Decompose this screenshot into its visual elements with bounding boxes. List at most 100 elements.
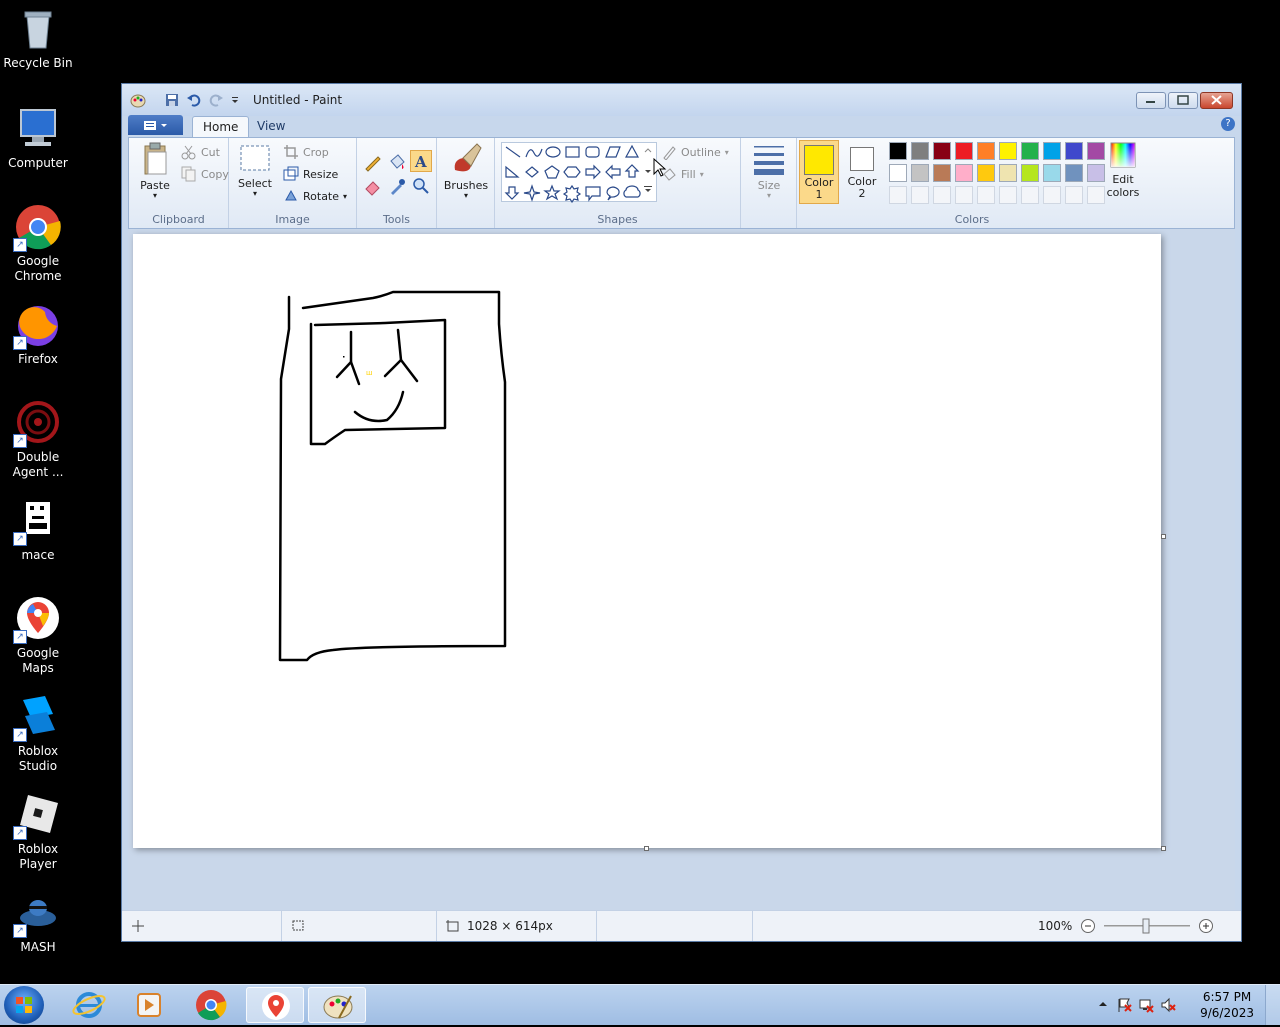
palette-color-swatch[interactable] [999, 164, 1017, 182]
action-center-flag-icon[interactable] [1116, 997, 1132, 1013]
fill-button[interactable]: Fill ▾ [661, 166, 704, 182]
color2-button[interactable]: Color 2 [843, 140, 881, 204]
computer-icon [15, 106, 61, 152]
resize-button[interactable]: Resize [283, 166, 338, 182]
custom-color-slot[interactable] [977, 186, 995, 204]
custom-color-slot[interactable] [889, 186, 907, 204]
minimize-button[interactable] [1136, 92, 1166, 109]
palette-color-swatch[interactable] [933, 164, 951, 182]
brushes-button[interactable]: Brushes ▾ [443, 142, 489, 200]
start-button[interactable] [4, 986, 44, 1024]
resize-handle-corner[interactable] [1161, 846, 1166, 851]
palette-color-swatch[interactable] [911, 142, 929, 160]
show-hidden-icons[interactable] [1098, 999, 1108, 1009]
copy-button[interactable]: Copy [181, 166, 229, 182]
volume-icon[interactable] [1160, 997, 1176, 1013]
taskbar-internet-explorer[interactable] [60, 987, 118, 1023]
resize-handle-bottom[interactable] [644, 846, 649, 851]
show-desktop-button[interactable] [1265, 985, 1280, 1025]
tab-home[interactable]: Home [192, 116, 250, 138]
colors-group: Color 1 Color 2 Edit colors Colors [797, 138, 1147, 228]
custom-color-slot[interactable] [933, 186, 951, 204]
rotate-button[interactable]: Rotate ▾ [283, 188, 347, 204]
palette-color-swatch[interactable] [1065, 164, 1083, 182]
desktop-icon-mash[interactable]: ↗ MASH [0, 890, 76, 955]
color1-button[interactable]: Color 1 [799, 140, 839, 204]
palette-color-swatch[interactable] [1065, 142, 1083, 160]
tab-view[interactable]: View [247, 116, 295, 137]
custom-color-slot[interactable] [1021, 186, 1039, 204]
redo-icon[interactable] [208, 92, 224, 108]
customize-qat-icon[interactable] [230, 92, 240, 108]
desktop-icon-roblox-player[interactable]: ↗ Roblox Player [0, 792, 76, 872]
paste-icon [144, 142, 167, 175]
crop-icon [284, 145, 298, 159]
paste-button[interactable]: Paste ▾ [135, 142, 175, 200]
group-title: Tools [382, 213, 411, 226]
edit-colors-button[interactable]: Edit colors [1103, 140, 1143, 199]
palette-color-swatch[interactable] [889, 142, 907, 160]
crop-button[interactable]: Crop [283, 144, 329, 160]
close-button[interactable] [1200, 92, 1233, 109]
eraser-icon[interactable] [363, 176, 383, 196]
desktop-icon-roblox-studio[interactable]: ↗ Roblox Studio [0, 694, 76, 774]
paint-app-icon[interactable] [130, 92, 146, 108]
image-size-cell: 1028 × 614px [437, 911, 597, 941]
custom-color-slot[interactable] [999, 186, 1017, 204]
custom-color-slot[interactable] [1065, 186, 1083, 204]
desktop-icon-double-agent[interactable]: ↗ Double Agent ... [0, 400, 76, 480]
text-tool-button[interactable]: A [410, 150, 432, 172]
network-icon[interactable] [1138, 997, 1154, 1013]
cut-button[interactable]: Cut [181, 144, 220, 160]
resize-handle-right[interactable] [1161, 534, 1166, 539]
zoom-slider[interactable] [1104, 918, 1191, 934]
help-icon[interactable]: ? [1221, 117, 1235, 131]
custom-color-slot[interactable] [955, 186, 973, 204]
custom-color-slot[interactable] [911, 186, 929, 204]
taskbar-chrome[interactable] [182, 987, 240, 1023]
desktop-icon-google-chrome[interactable]: ↗ Google Chrome [0, 204, 76, 284]
zoom-out-icon[interactable] [1080, 918, 1096, 934]
color-picker-icon[interactable] [387, 176, 407, 196]
palette-color-swatch[interactable] [955, 142, 973, 160]
taskbar-media-player[interactable] [120, 987, 178, 1023]
desktop-icon-computer[interactable]: Computer [0, 106, 76, 171]
desktop-icon-mace[interactable]: ↗ mace [0, 498, 76, 563]
shapes-gallery[interactable] [501, 142, 657, 204]
size-button[interactable]: Size ▾ [749, 142, 789, 200]
palette-color-swatch[interactable] [977, 142, 995, 160]
save-icon[interactable] [164, 92, 180, 108]
desktop-icon-recycle-bin[interactable]: Recycle Bin [0, 6, 76, 71]
maximize-button[interactable] [1168, 92, 1198, 109]
magnifier-icon[interactable] [411, 176, 431, 196]
drawing-canvas[interactable]: ш [133, 234, 1161, 848]
palette-color-swatch[interactable] [933, 142, 951, 160]
palette-color-swatch[interactable] [999, 142, 1017, 160]
custom-color-slot[interactable] [1043, 186, 1061, 204]
fill-bucket-icon[interactable] [387, 152, 407, 172]
paint-menu-button[interactable] [128, 115, 183, 135]
palette-color-swatch[interactable] [1021, 142, 1039, 160]
palette-color-swatch[interactable] [955, 164, 973, 182]
undo-icon[interactable] [186, 92, 202, 108]
outline-button[interactable]: Outline ▾ [661, 144, 729, 160]
palette-color-swatch[interactable] [889, 164, 907, 182]
palette-color-swatch[interactable] [1021, 164, 1039, 182]
taskbar-paint[interactable] [308, 987, 366, 1023]
desktop-icon-google-maps[interactable]: ↗ Google Maps [0, 596, 76, 676]
image-size-icon [446, 920, 459, 932]
desktop-icon-firefox[interactable]: ↗ Firefox [0, 302, 76, 367]
zoom-in-icon[interactable] [1198, 918, 1214, 934]
palette-color-swatch[interactable] [911, 164, 929, 182]
shortcut-arrow-icon: ↗ [13, 826, 27, 840]
title-bar[interactable]: Untitled - Paint [122, 84, 1241, 116]
pencil-icon[interactable] [363, 152, 383, 172]
canvas-area[interactable]: ш [128, 229, 1235, 911]
clock[interactable]: 6:57 PM 9/6/2023 [1200, 989, 1254, 1021]
palette-color-swatch[interactable] [1043, 164, 1061, 182]
select-button[interactable]: Select ▾ [235, 144, 275, 198]
taskbar-google-maps[interactable] [246, 987, 304, 1023]
palette-color-swatch[interactable] [1043, 142, 1061, 160]
clipboard-group: Paste ▾ Cut Copy Clipboard [129, 138, 229, 228]
palette-color-swatch[interactable] [977, 164, 995, 182]
